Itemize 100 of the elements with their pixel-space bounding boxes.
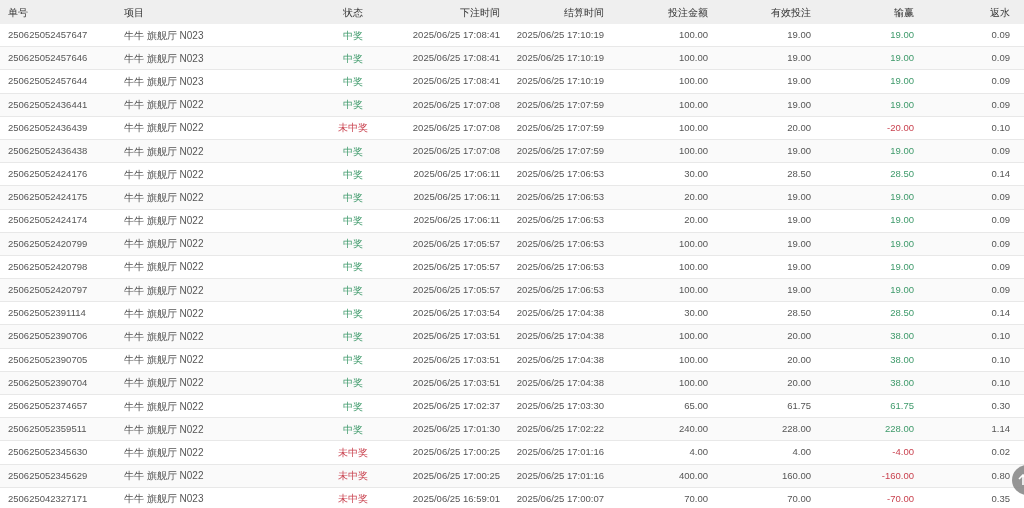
table-cell: 250625052345630 bbox=[8, 445, 88, 460]
table-cell: 0.80 bbox=[991, 468, 1010, 483]
table-cell: 2025/06/25 17:06:11 bbox=[413, 190, 500, 205]
table-cell: 2025/06/25 17:04:38 bbox=[516, 352, 604, 367]
table-cell: 250625052345629 bbox=[8, 468, 88, 483]
table-cell-text: 19.00 bbox=[787, 27, 811, 42]
status-label: 中奖 bbox=[343, 353, 363, 368]
table-cell-text: 0.09 bbox=[991, 259, 1010, 274]
table-cell: 250625052390706 bbox=[8, 329, 88, 344]
table-cell: 30.00 bbox=[684, 167, 708, 182]
table-cell: 228.00 bbox=[781, 422, 811, 437]
table-cell: 100.00 bbox=[678, 352, 708, 367]
status-label: 中奖 bbox=[343, 98, 363, 113]
table-cell: 20.00 bbox=[787, 120, 811, 135]
table-cell: 0.02 bbox=[991, 445, 1010, 460]
table-cell: 160.00 bbox=[781, 468, 811, 483]
table-cell: 100.00 bbox=[678, 97, 708, 112]
table-cell: 2025/06/25 17:03:51 bbox=[412, 329, 500, 344]
table-cell: 250625052436441 bbox=[8, 97, 88, 112]
table-cell-text: 牛牛 旗舰厅 N022 bbox=[124, 144, 204, 159]
table-cell: 250625052436439 bbox=[8, 120, 88, 135]
table-cell: 250625052390705 bbox=[8, 352, 88, 367]
table-cell: 100.00 bbox=[678, 283, 708, 298]
status-label: 未中奖 bbox=[338, 121, 368, 136]
status-label: 中奖 bbox=[343, 283, 363, 298]
table-cell: 2025/06/25 17:01:16 bbox=[516, 445, 604, 460]
table-cell-text: 0.10 bbox=[991, 375, 1010, 390]
table-cell: 250625052359511 bbox=[8, 422, 87, 437]
table-cell-text: 2025/06/25 17:03:51 bbox=[412, 375, 500, 390]
table-cell: 2025/06/25 17:06:11 bbox=[413, 213, 500, 228]
table-cell-text: 牛牛 旗舰厅 N022 bbox=[124, 445, 204, 460]
table-cell: 250625042327171 bbox=[8, 491, 88, 506]
table-cell: 20.00 bbox=[684, 190, 708, 205]
table-cell: -70.00 bbox=[887, 491, 914, 506]
table-cell: 250625052457644 bbox=[8, 74, 88, 89]
status-label: 中奖 bbox=[343, 422, 363, 437]
table-cell: 100.00 bbox=[678, 236, 708, 251]
status-label: 未中奖 bbox=[338, 445, 368, 460]
table-cell-text: 100.00 bbox=[678, 375, 708, 390]
column-header: 投注金额 bbox=[668, 5, 708, 20]
table-cell-text: 100.00 bbox=[678, 143, 708, 158]
status-label: 中奖 bbox=[343, 144, 363, 159]
table-cell: 400.00 bbox=[678, 468, 708, 483]
table-cell: 28.50 bbox=[890, 167, 914, 182]
table-cell: 0.10 bbox=[991, 329, 1010, 344]
table-cell-text: 2025/06/25 17:02:37 bbox=[412, 398, 500, 413]
status-label: 中奖 bbox=[343, 74, 363, 89]
table-cell: 2025/06/25 17:04:38 bbox=[516, 329, 604, 344]
table-cell-text: 2025/06/25 17:07:08 bbox=[412, 143, 500, 158]
table-cell-text: 牛牛 旗舰厅 N022 bbox=[124, 376, 204, 391]
table-cell: 2025/06/25 17:00:25 bbox=[412, 445, 500, 460]
column-header: 返水 bbox=[990, 5, 1010, 20]
table-cell: 20.00 bbox=[787, 352, 811, 367]
table-cell-text: 2025/06/25 17:05:57 bbox=[412, 259, 500, 274]
table-cell-text: 牛牛 旗舰厅 N022 bbox=[124, 422, 204, 437]
table-cell-text: 牛牛 旗舰厅 N022 bbox=[124, 260, 204, 275]
table-cell: 19.00 bbox=[890, 283, 914, 298]
table-cell: 0.10 bbox=[991, 120, 1010, 135]
table-cell-text: 2025/06/25 17:04:38 bbox=[516, 375, 604, 390]
table-cell-text: 2025/06/25 17:03:30 bbox=[516, 398, 604, 413]
table-cell: 100.00 bbox=[678, 74, 708, 89]
status-label: 中奖 bbox=[343, 330, 363, 345]
table-cell-text: 牛牛 旗舰厅 N022 bbox=[124, 306, 204, 321]
table-cell: 2025/06/25 17:07:59 bbox=[516, 120, 604, 135]
table-cell: 19.00 bbox=[890, 236, 914, 251]
table-cell: 2025/06/25 17:00:25 bbox=[412, 468, 500, 483]
table-cell: 4.00 bbox=[689, 445, 708, 460]
table-cell: 4.00 bbox=[792, 445, 811, 460]
status-label: 中奖 bbox=[343, 167, 363, 182]
column-header: 输赢 bbox=[894, 5, 914, 20]
table-cell: -4.00 bbox=[892, 445, 914, 460]
table-cell-text: 19.00 bbox=[890, 259, 914, 274]
table-cell: 250625052420797 bbox=[8, 283, 88, 298]
status-label: 中奖 bbox=[343, 376, 363, 391]
table-cell: 19.00 bbox=[787, 236, 811, 251]
table-cell: 250625052391114 bbox=[8, 306, 86, 321]
table-cell: 38.00 bbox=[890, 352, 914, 367]
table-cell: 0.09 bbox=[991, 236, 1010, 251]
column-header: 状态 bbox=[343, 5, 363, 20]
table-cell-text: 牛牛 旗舰厅 N023 bbox=[124, 74, 204, 89]
table-cell: 28.50 bbox=[890, 306, 914, 321]
column-header: 单号 bbox=[8, 5, 28, 20]
table-cell-text: 19.00 bbox=[787, 143, 811, 158]
column-header: 结算时间 bbox=[564, 5, 604, 20]
table-cell: 28.50 bbox=[787, 167, 811, 182]
status-label: 中奖 bbox=[343, 214, 363, 229]
table-cell: 20.00 bbox=[787, 329, 811, 344]
table-cell-text: 0.09 bbox=[991, 143, 1010, 158]
table-cell-text: 250625052420798 bbox=[8, 259, 88, 274]
table-cell: 19.00 bbox=[787, 283, 811, 298]
column-header: 下注时间 bbox=[460, 5, 500, 20]
table-cell-text: 61.75 bbox=[890, 398, 914, 413]
table-cell: 100.00 bbox=[678, 120, 708, 135]
table-cell: 0.14 bbox=[991, 306, 1010, 321]
table-cell: 2025/06/25 17:01:30 bbox=[412, 422, 500, 437]
table-cell: 30.00 bbox=[684, 306, 708, 321]
table-cell: 70.00 bbox=[787, 491, 811, 506]
table-cell-text: 牛牛 旗舰厅 N023 bbox=[124, 492, 204, 507]
table-cell: 250625052424176 bbox=[8, 167, 88, 182]
table-cell-text: 2025/06/25 17:06:53 bbox=[516, 259, 604, 274]
